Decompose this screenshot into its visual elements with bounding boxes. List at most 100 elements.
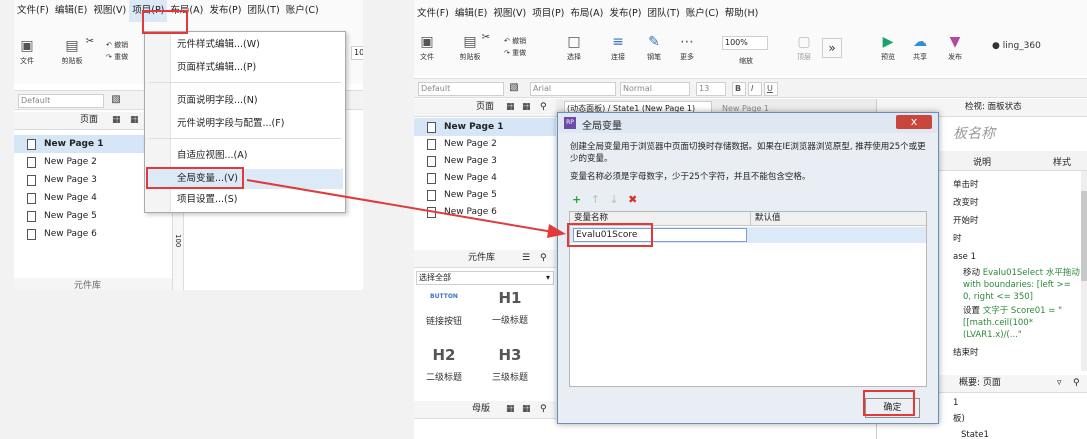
delete-variable-icon[interactable]: ✖: [628, 193, 637, 206]
expand-toolbar-button[interactable]: »: [822, 38, 842, 58]
paste-button[interactable]: ▤ 剪贴板: [58, 38, 86, 66]
menu-layout[interactable]: 布局(A): [567, 0, 606, 28]
menu-account[interactable]: 账户(C): [283, 0, 322, 22]
menu-edit[interactable]: 编辑(E): [52, 0, 90, 22]
menu-team[interactable]: 团队(T): [644, 0, 682, 28]
style-combo[interactable]: Default: [18, 94, 104, 108]
redo-button[interactable]: ↷ 重做: [504, 48, 544, 58]
menu-project[interactable]: 项目(P): [529, 0, 567, 28]
add-variable-icon[interactable]: +: [572, 193, 581, 206]
outline-item[interactable]: State1: [961, 429, 989, 439]
page-item-1[interactable]: New Page 1: [414, 118, 556, 136]
menu-team[interactable]: 团队(T): [244, 0, 282, 22]
inspector-scrollbar[interactable]: [1081, 171, 1087, 371]
partial-zoom-field[interactable]: 10: [351, 46, 363, 60]
menu-view[interactable]: 视图(V): [90, 0, 129, 22]
tab-notes[interactable]: 说明: [973, 155, 991, 168]
undo-button[interactable]: ↶ 撤销: [504, 36, 544, 46]
italic-button[interactable]: I: [748, 82, 762, 96]
weight-combo[interactable]: Normal: [620, 82, 690, 96]
bold-button[interactable]: B: [732, 82, 746, 96]
search-icon[interactable]: ⚲: [540, 401, 547, 418]
event-start[interactable]: 开始时: [953, 215, 979, 227]
menu-publish[interactable]: 发布(P): [606, 0, 644, 28]
event-change[interactable]: 改变时: [953, 197, 979, 209]
page-item-5[interactable]: New Page 5: [414, 186, 556, 204]
search-icon[interactable]: ⚲: [540, 250, 547, 267]
format-painter-icon[interactable]: ▧: [110, 94, 122, 105]
style-combo[interactable]: Default: [418, 82, 504, 96]
menu-file[interactable]: 文件(F): [414, 0, 452, 28]
widget-h1[interactable]: H1 一级标题: [488, 289, 532, 326]
menu-help[interactable]: 帮助(H): [722, 0, 762, 28]
file-button[interactable]: ▣ 文件: [16, 38, 38, 66]
page-item-2[interactable]: New Page 2: [414, 135, 556, 153]
select-button[interactable]: □ 选择: [554, 34, 594, 62]
outline-item[interactable]: 板): [953, 413, 965, 425]
font-combo[interactable]: Arial: [530, 82, 616, 96]
move-down-icon[interactable]: ↓: [609, 193, 618, 206]
cut-icon[interactable]: ✂: [480, 32, 492, 43]
menu-item-adaptive-views[interactable]: 自适应视图...(A): [177, 148, 247, 164]
page-item-6[interactable]: New Page 6: [14, 225, 172, 243]
right-toolbar: ▣ 文件 ▤ 剪贴板 ✂ ↶ 撤销 ↷ 重做 □ 选择 ≡ 连接 ✎ 钢笔 ⋯ 更多 100…: [414, 28, 1087, 76]
menu-edit[interactable]: 编辑(E): [452, 0, 490, 28]
pen-button[interactable]: ✎ 钢笔: [640, 34, 668, 62]
action-move[interactable]: 移动 Evalu01Select 水平拖动 with boundaries: […: [963, 267, 1081, 303]
menu-item-widget-notes[interactable]: 元件说明字段与配置...(F): [177, 116, 284, 132]
menu-publish[interactable]: 发布(P): [206, 0, 244, 22]
underline-button[interactable]: U: [764, 82, 778, 96]
redo-button[interactable]: ↷ 重做: [106, 52, 146, 62]
user-account[interactable]: ● ling_360: [992, 41, 1072, 51]
add-folder-icon[interactable]: ▦: [522, 99, 531, 116]
library-select[interactable]: 选择全部 ▾: [416, 271, 554, 285]
menu-account[interactable]: 账户(C): [683, 0, 722, 28]
preview-button[interactable]: ▶ 预览: [876, 34, 900, 62]
menu-item-widget-style[interactable]: 元件样式编辑...(W): [177, 37, 260, 53]
add-master-icon[interactable]: ▦: [506, 401, 515, 418]
top-layer-button[interactable]: ▢ 顶层: [790, 34, 818, 62]
more-button[interactable]: ⋯ 更多: [672, 34, 702, 62]
size-combo[interactable]: 13: [696, 82, 726, 96]
widget-h3[interactable]: H3 三级标题: [488, 346, 532, 383]
event-end[interactable]: 结束时: [953, 347, 979, 359]
search-icon[interactable]: ⚲: [1073, 375, 1080, 392]
scrollbar-thumb[interactable]: [1081, 191, 1087, 281]
menu-item-project-settings[interactable]: 项目设置...(S): [177, 192, 238, 208]
connect-button[interactable]: ≡ 连接: [604, 34, 632, 62]
file-button[interactable]: ▣ 文件: [416, 34, 438, 62]
case-1[interactable]: ase 1: [953, 251, 976, 263]
event-partial[interactable]: 时: [953, 233, 962, 245]
add-page-icon[interactable]: ▦: [506, 99, 515, 116]
undo-button[interactable]: ↶ 撤销: [106, 40, 146, 50]
menu-item-page-style[interactable]: 页面样式编辑...(P): [177, 60, 256, 76]
publish-button[interactable]: ▼ 发布: [940, 34, 970, 62]
filter-icon[interactable]: ▿: [1057, 375, 1062, 392]
variable-default-cell[interactable]: [750, 227, 926, 243]
cut-icon[interactable]: ✂: [84, 36, 96, 47]
dialog-close-button[interactable]: x: [896, 115, 932, 129]
panel-name-field[interactable]: 板名称: [953, 123, 995, 143]
add-folder-icon[interactable]: ▦: [130, 112, 139, 129]
zoom-combo[interactable]: 100%: [722, 36, 768, 50]
widget-link-button[interactable]: BUTTON 链接按钮: [422, 293, 466, 327]
event-click[interactable]: 单击时: [953, 179, 979, 191]
widget-h2[interactable]: H2 二级标题: [422, 346, 466, 383]
page-icon: [427, 207, 436, 218]
share-button[interactable]: ☁ 共享: [908, 34, 932, 62]
menu-item-page-notes[interactable]: 页面说明字段...(N): [177, 93, 258, 109]
add-folder-icon[interactable]: ▦: [522, 401, 531, 418]
page-item-4[interactable]: New Page 4: [414, 169, 556, 187]
outline-item[interactable]: 1: [953, 397, 958, 409]
tab-style[interactable]: 样式: [1053, 155, 1071, 168]
page-item-3[interactable]: New Page 3: [414, 152, 556, 170]
menu-file[interactable]: 文件(F): [14, 0, 52, 22]
format-painter-icon[interactable]: ▧: [508, 82, 520, 93]
page-item-6[interactable]: New Page 6: [414, 203, 556, 221]
menu-icon[interactable]: ☰: [522, 250, 530, 267]
search-icon[interactable]: ⚲: [540, 99, 547, 116]
action-set-text[interactable]: 设置 文字于 Score01 = "[[math.ceil(100*(LVAR1…: [963, 305, 1081, 341]
add-page-icon[interactable]: ▦: [112, 112, 121, 129]
menu-view[interactable]: 视图(V): [490, 0, 529, 28]
move-up-icon[interactable]: ↑: [591, 193, 600, 206]
